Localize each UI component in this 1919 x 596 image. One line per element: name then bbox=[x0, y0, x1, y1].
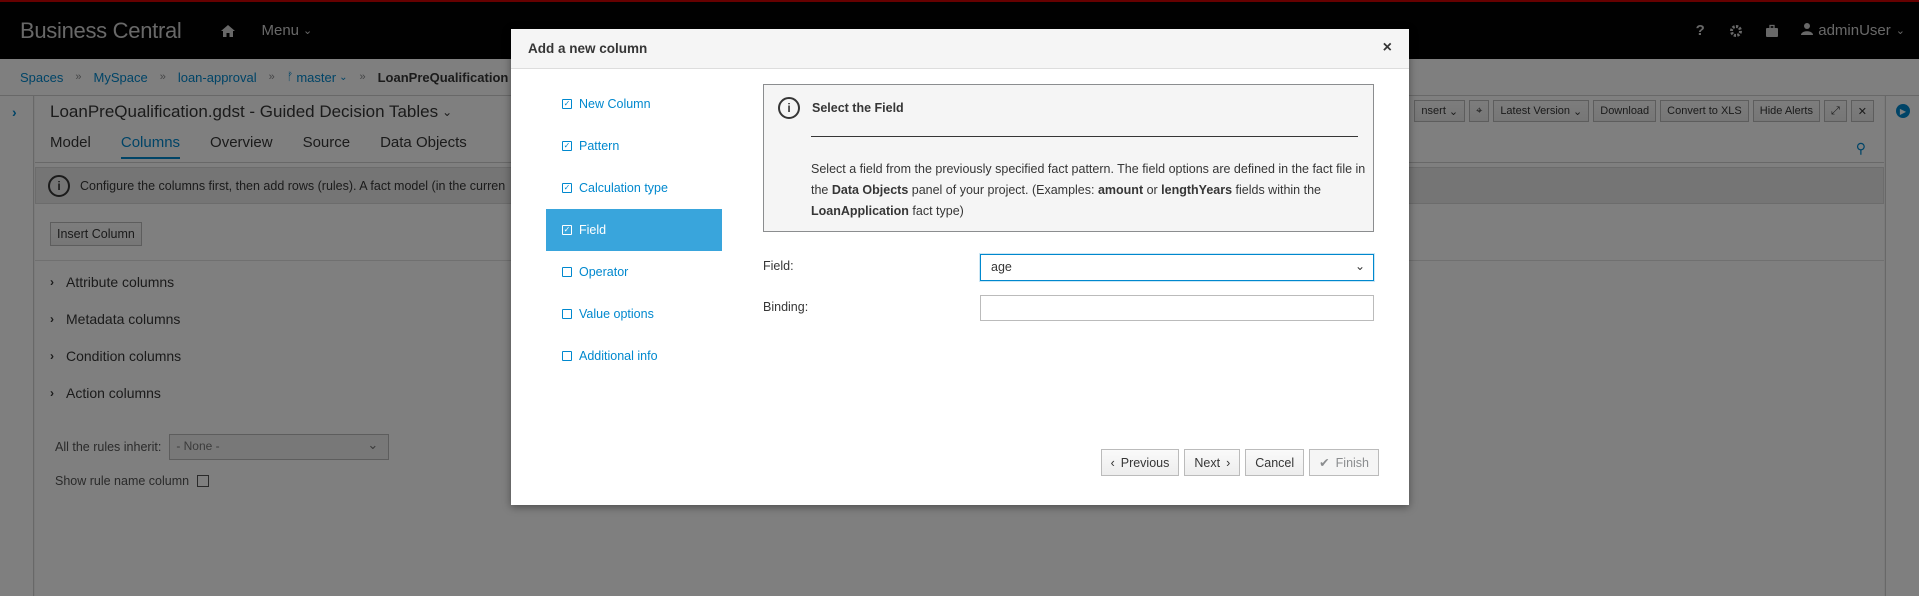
step-new-column[interactable]: ✓ New Column bbox=[546, 83, 722, 125]
step-additional-info[interactable]: Additional info bbox=[546, 335, 722, 377]
step-calculation-type[interactable]: ✓ Calculation type bbox=[546, 167, 722, 209]
step-label: Additional info bbox=[579, 349, 658, 363]
checked-box-icon: ✓ bbox=[562, 183, 572, 193]
modal-footer: ‹ Previous Next › Cancel ✔ Finish bbox=[1100, 449, 1379, 476]
help-panel-divider bbox=[811, 136, 1358, 137]
info-icon: i bbox=[778, 97, 800, 119]
chevron-left-icon: ‹ bbox=[1110, 455, 1115, 470]
help-panel-text: Select a field from the previously speci… bbox=[811, 159, 1366, 222]
help-panel-title: i Select the Field bbox=[778, 97, 904, 119]
finish-label: Finish bbox=[1335, 455, 1369, 470]
help-text-part: fields within the bbox=[1232, 183, 1321, 197]
chevron-right-icon: › bbox=[1226, 455, 1231, 470]
step-label: New Column bbox=[579, 97, 651, 111]
next-label: Next bbox=[1194, 455, 1221, 470]
step-label: Value options bbox=[579, 307, 654, 321]
step-field[interactable]: ✓ Field bbox=[546, 209, 722, 251]
help-text-part: or bbox=[1143, 183, 1162, 197]
checked-box-icon: ✓ bbox=[562, 99, 572, 109]
finish-button[interactable]: ✔ Finish bbox=[1309, 449, 1379, 476]
field-select[interactable]: age ⌄ bbox=[980, 254, 1374, 281]
help-text-bold: lengthYears bbox=[1161, 183, 1233, 197]
help-text-part: fact type) bbox=[908, 204, 964, 218]
step-pattern[interactable]: ✓ Pattern bbox=[546, 125, 722, 167]
step-label: Operator bbox=[579, 265, 629, 279]
unchecked-box-icon bbox=[562, 351, 572, 361]
help-text-bold: Data Objects bbox=[831, 183, 909, 197]
previous-button[interactable]: ‹ Previous bbox=[1100, 449, 1180, 476]
modal-title: Add a new column bbox=[528, 41, 648, 56]
field-label: Field: bbox=[763, 259, 794, 273]
cancel-button[interactable]: Cancel bbox=[1245, 449, 1305, 476]
binding-input[interactable] bbox=[980, 295, 1374, 321]
help-text-part: panel of your project. (Examples: bbox=[908, 183, 1098, 197]
unchecked-box-icon bbox=[562, 267, 572, 277]
help-text-bold: amount bbox=[1097, 183, 1144, 197]
step-label: Field bbox=[579, 223, 607, 237]
checked-box-icon: ✓ bbox=[562, 225, 572, 235]
step-label: Pattern bbox=[579, 139, 620, 153]
unchecked-box-icon bbox=[562, 309, 572, 319]
step-label: Calculation type bbox=[579, 181, 668, 195]
close-icon[interactable]: × bbox=[1383, 39, 1392, 57]
binding-label: Binding: bbox=[763, 300, 809, 314]
next-button[interactable]: Next › bbox=[1184, 449, 1241, 476]
wizard-steps: ✓ New Column ✓ Pattern ✓ Calculation type ✓… bbox=[546, 83, 722, 377]
help-panel: i Select the Field Select a field from t… bbox=[763, 84, 1374, 232]
field-select-value: age bbox=[991, 260, 1012, 274]
help-text-bold: LoanApplication bbox=[811, 204, 909, 218]
check-icon: ✔ bbox=[1319, 456, 1330, 470]
modal-header: Add a new column × bbox=[511, 29, 1409, 69]
chevron-down-icon: ⌄ bbox=[1354, 259, 1365, 273]
step-value-options[interactable]: Value options bbox=[546, 293, 722, 335]
previous-label: Previous bbox=[1120, 455, 1170, 470]
step-operator[interactable]: Operator bbox=[546, 251, 722, 293]
checked-box-icon: ✓ bbox=[562, 141, 572, 151]
add-column-modal: Add a new column × ✓ New Column ✓ Pattern … bbox=[511, 29, 1409, 505]
help-panel-title-text: Select the Field bbox=[812, 101, 904, 115]
